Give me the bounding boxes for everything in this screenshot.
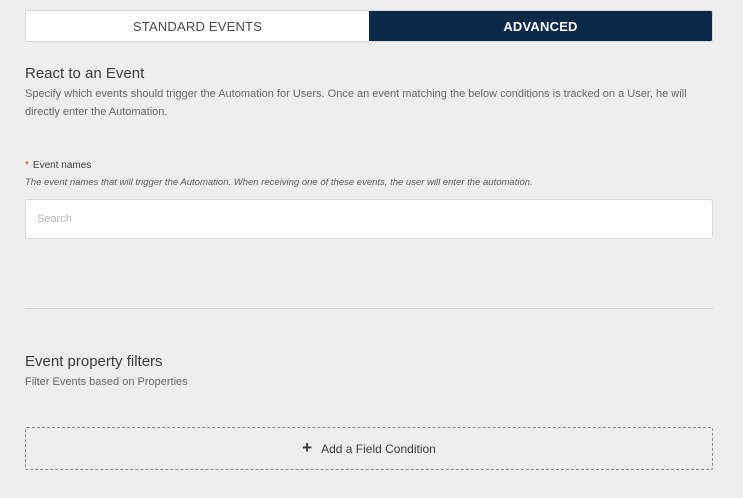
- add-field-condition-label: Add a Field Condition: [321, 441, 436, 456]
- tab-standard-events[interactable]: STANDARD EVENTS: [26, 11, 369, 41]
- event-names-help: The event names that will trigger the Au…: [25, 177, 533, 188]
- tab-advanced[interactable]: ADVANCED: [369, 11, 712, 41]
- section-divider: [25, 308, 713, 309]
- event-names-label: Event names: [32, 160, 92, 171]
- filters-section-description: Filter Events based on Properties: [25, 376, 188, 388]
- event-type-tabs: STANDARD EVENTS ADVANCED: [25, 10, 713, 42]
- plus-icon: +: [302, 438, 313, 457]
- event-names-label-row: * Event names: [25, 160, 91, 171]
- react-section-title: React to an Event: [25, 65, 145, 82]
- event-names-search-input[interactable]: [25, 199, 713, 239]
- react-section-description: Specify which events should trigger the …: [25, 88, 687, 118]
- add-field-condition-button[interactable]: + Add a Field Condition: [25, 427, 713, 470]
- filters-section-title: Event property filters: [25, 353, 163, 370]
- required-marker: *: [25, 160, 29, 171]
